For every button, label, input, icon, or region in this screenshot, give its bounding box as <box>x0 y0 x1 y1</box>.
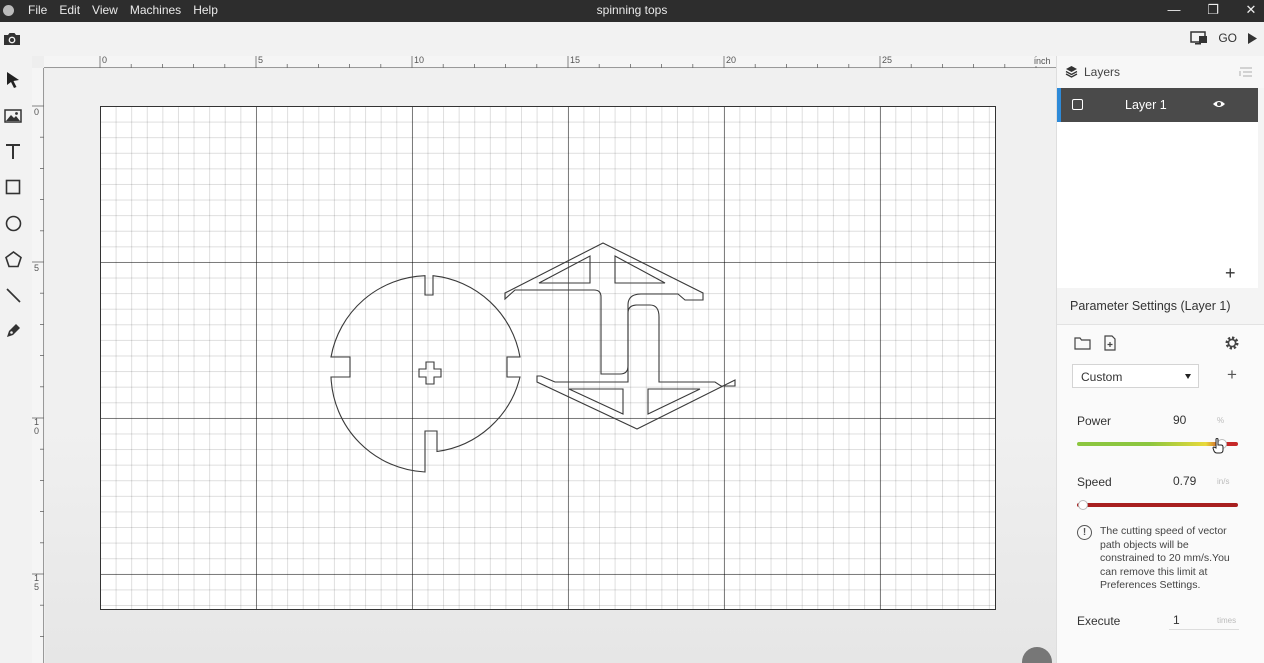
speed-value[interactable]: 0.79 <box>1173 474 1196 488</box>
select-tool-button[interactable] <box>2 69 24 91</box>
menu-view[interactable]: View <box>86 0 124 22</box>
ellipse-icon <box>5 215 21 231</box>
vertical-ruler: 0 5 1 0 1 5 <box>32 68 44 663</box>
menu-file[interactable]: File <box>22 0 53 22</box>
pen-tool-button[interactable] <box>2 319 24 341</box>
ruler-left-label-5: 5 <box>34 263 40 273</box>
design-shapes <box>330 242 736 473</box>
minimize-button[interactable]: — <box>1156 0 1192 22</box>
line-icon <box>5 287 21 303</box>
speed-slider-thumb[interactable] <box>1078 500 1089 510</box>
rectangle-tool-button[interactable] <box>2 176 24 198</box>
info-icon: ! <box>1077 525 1092 540</box>
ruler-left-label-0: 0 <box>34 107 40 117</box>
layers-header: Layers <box>1057 56 1264 88</box>
go-label[interactable]: GO <box>1218 31 1237 45</box>
text-icon <box>6 143 20 159</box>
layer-name: Layer 1 <box>1125 98 1167 112</box>
layers-title: Layers <box>1084 65 1121 79</box>
title-bar: File Edit View Machines Help spinning to… <box>0 0 1264 22</box>
top-toolbar: GO <box>0 22 1264 56</box>
ruler-label-0: 0 <box>102 55 108 65</box>
cursor-arrow-icon <box>7 72 19 88</box>
ruler-label-10: 10 <box>414 55 425 65</box>
save-preset-icon[interactable] <box>1103 335 1117 351</box>
right-panel: Layers Layer 1 + Parameter Settings (Lay… <box>1056 56 1264 663</box>
upper-wing-slot-left[interactable] <box>538 255 591 284</box>
layers-list: Layer 1 + <box>1057 88 1258 288</box>
polygon-icon <box>4 250 22 267</box>
hand-cursor-icon <box>1212 438 1224 454</box>
layers-icon <box>1065 66 1078 78</box>
power-unit: % <box>1217 416 1225 425</box>
line-tool-button[interactable] <box>2 284 24 306</box>
speed-limit-note: ! The cutting speed of vector path objec… <box>1077 525 1237 593</box>
camera-icon[interactable] <box>3 31 21 47</box>
chevron-down-icon <box>1185 374 1191 379</box>
rectangle-icon <box>5 179 21 195</box>
ruler-label-25: 25 <box>882 55 893 65</box>
ruler-label-15: 15 <box>570 55 581 65</box>
preset-value: Custom <box>1081 370 1123 384</box>
ruler-left-label-15: 1 5 <box>34 573 40 592</box>
play-icon[interactable] <box>1247 32 1258 45</box>
add-layer-button[interactable]: + <box>1225 264 1236 282</box>
lower-wing-shape[interactable] <box>536 304 736 430</box>
design-canvas[interactable] <box>45 69 1056 663</box>
restore-button[interactable]: ❐ <box>1195 0 1231 22</box>
layer-list-menu-icon[interactable] <box>1239 66 1253 78</box>
center-cross-shape[interactable] <box>418 361 442 385</box>
upper-wing-shape[interactable] <box>504 242 704 375</box>
pen-icon <box>6 323 20 337</box>
image-tool-button[interactable] <box>2 105 24 127</box>
speed-slider-track[interactable] <box>1077 503 1238 507</box>
speed-unit: in/s <box>1217 477 1230 486</box>
ruler-unit: inch <box>1034 56 1051 66</box>
menu-edit[interactable]: Edit <box>53 0 86 22</box>
gear-icon[interactable] <box>1224 335 1240 351</box>
execute-value[interactable]: 1 <box>1173 613 1180 627</box>
execute-underline <box>1169 629 1239 630</box>
go-area: GO <box>1190 31 1258 45</box>
speed-limit-note-text: The cutting speed of vector path objects… <box>1100 525 1230 591</box>
left-toolbar <box>0 56 32 663</box>
menu-help[interactable]: Help <box>187 0 224 22</box>
preset-dropdown[interactable]: Custom <box>1072 364 1199 388</box>
power-value[interactable]: 90 <box>1173 413 1186 427</box>
layer-checkbox[interactable] <box>1072 99 1083 110</box>
menu-bar: File Edit View Machines Help <box>22 0 224 22</box>
polygon-tool-button[interactable] <box>2 248 24 270</box>
text-tool-button[interactable] <box>2 140 24 162</box>
add-preset-button[interactable]: + <box>1227 365 1237 385</box>
ruler-label-5: 5 <box>258 55 264 65</box>
power-label: Power <box>1077 414 1112 428</box>
folder-icon[interactable] <box>1074 336 1091 350</box>
speed-label: Speed <box>1077 475 1112 489</box>
parameter-settings-title: Parameter Settings (Layer 1) <box>1070 299 1231 313</box>
layer-row[interactable]: Layer 1 <box>1057 88 1258 122</box>
execute-label: Execute <box>1077 614 1121 628</box>
menu-machines[interactable]: Machines <box>124 0 187 22</box>
visibility-eye-icon[interactable] <box>1212 99 1226 109</box>
upper-wing-slot-right[interactable] <box>614 255 666 284</box>
app-logo-icon <box>3 5 14 16</box>
ruler-ticks-top <box>99 56 1037 68</box>
ellipse-tool-button[interactable] <box>2 212 24 234</box>
execute-unit: times <box>1217 616 1237 625</box>
image-icon <box>4 109 22 123</box>
disc-shape[interactable] <box>330 275 521 473</box>
parameter-settings-panel: Custom + Power 90 % Speed 0.79 in/s ! Th… <box>1057 324 1264 663</box>
ruler-left-label-10: 1 0 <box>34 417 40 436</box>
ruler-label-20: 20 <box>726 55 737 65</box>
monitor-icon[interactable] <box>1190 31 1208 45</box>
close-button[interactable]: ✕ <box>1233 0 1264 22</box>
horizontal-ruler: 0 5 10 15 20 25 inch <box>44 56 1056 68</box>
